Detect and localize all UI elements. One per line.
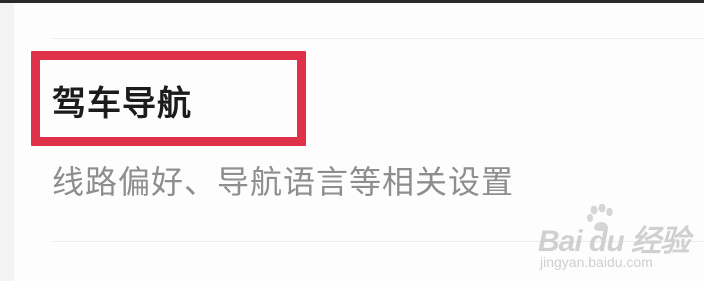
settings-screen: 驾车导航 线路偏好、导航语言等相关设置 Bai du 经验 jingyan.ba… xyxy=(0,0,704,281)
left-edge-strip xyxy=(0,3,14,281)
setting-item-title: 驾车导航 xyxy=(52,84,192,124)
top-border xyxy=(0,0,704,3)
watermark: Bai du 经验 jingyan.baidu.com xyxy=(538,204,702,276)
watermark-url: jingyan.baidu.com xyxy=(540,254,653,270)
setting-item-description: 线路偏好、导航语言等相关设置 xyxy=(52,163,515,201)
